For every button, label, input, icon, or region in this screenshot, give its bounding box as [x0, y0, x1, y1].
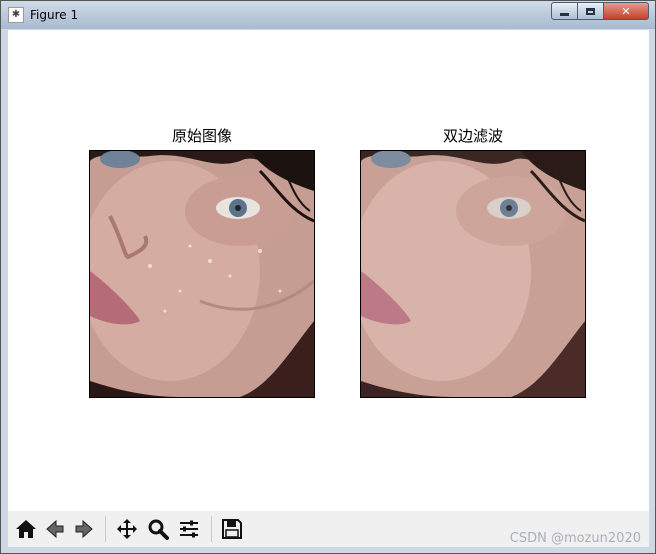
zoom-icon	[148, 519, 169, 540]
bilateral-filtered-image	[360, 150, 586, 398]
subplot-title-original: 原始图像	[171, 127, 232, 145]
figure-window: ✱ Figure 1 ✕ 原始图像 双边滤波 CSDN @mozun2020	[0, 0, 656, 554]
back-arrow-icon	[46, 519, 64, 539]
home-button[interactable]	[12, 515, 40, 543]
home-icon	[16, 520, 36, 538]
matplotlib-app-icon: ✱	[8, 7, 24, 23]
close-icon: ✕	[621, 4, 631, 18]
zoom-button[interactable]	[144, 515, 172, 543]
pan-button[interactable]	[113, 515, 141, 543]
toolbar-separator	[105, 516, 106, 542]
original-image	[89, 150, 315, 398]
navigation-toolbar: CSDN @mozun2020	[8, 511, 649, 547]
forward-button[interactable]	[70, 515, 98, 543]
window-title: Figure 1	[30, 8, 79, 22]
minimize-button[interactable]	[551, 2, 578, 20]
maximize-button[interactable]	[578, 2, 604, 20]
subplot-title-bilateral: 双边滤波	[442, 127, 503, 145]
save-button[interactable]	[218, 515, 246, 543]
forward-arrow-icon	[75, 519, 93, 539]
figure-canvas[interactable]: 原始图像 双边滤波	[8, 30, 649, 511]
save-icon	[222, 519, 242, 539]
configure-subplots-icon	[180, 520, 198, 538]
pan-icon	[117, 519, 137, 539]
close-button[interactable]: ✕	[604, 2, 649, 20]
window-controls: ✕	[551, 2, 649, 21]
title-bar[interactable]: ✱ Figure 1 ✕	[1, 1, 655, 29]
back-button[interactable]	[41, 515, 69, 543]
toolbar-separator	[211, 516, 212, 542]
watermark-text: CSDN @mozun2020	[509, 531, 641, 546]
maximize-icon	[586, 7, 595, 15]
minimize-icon	[560, 12, 569, 16]
configure-subplots-button[interactable]	[175, 515, 203, 543]
